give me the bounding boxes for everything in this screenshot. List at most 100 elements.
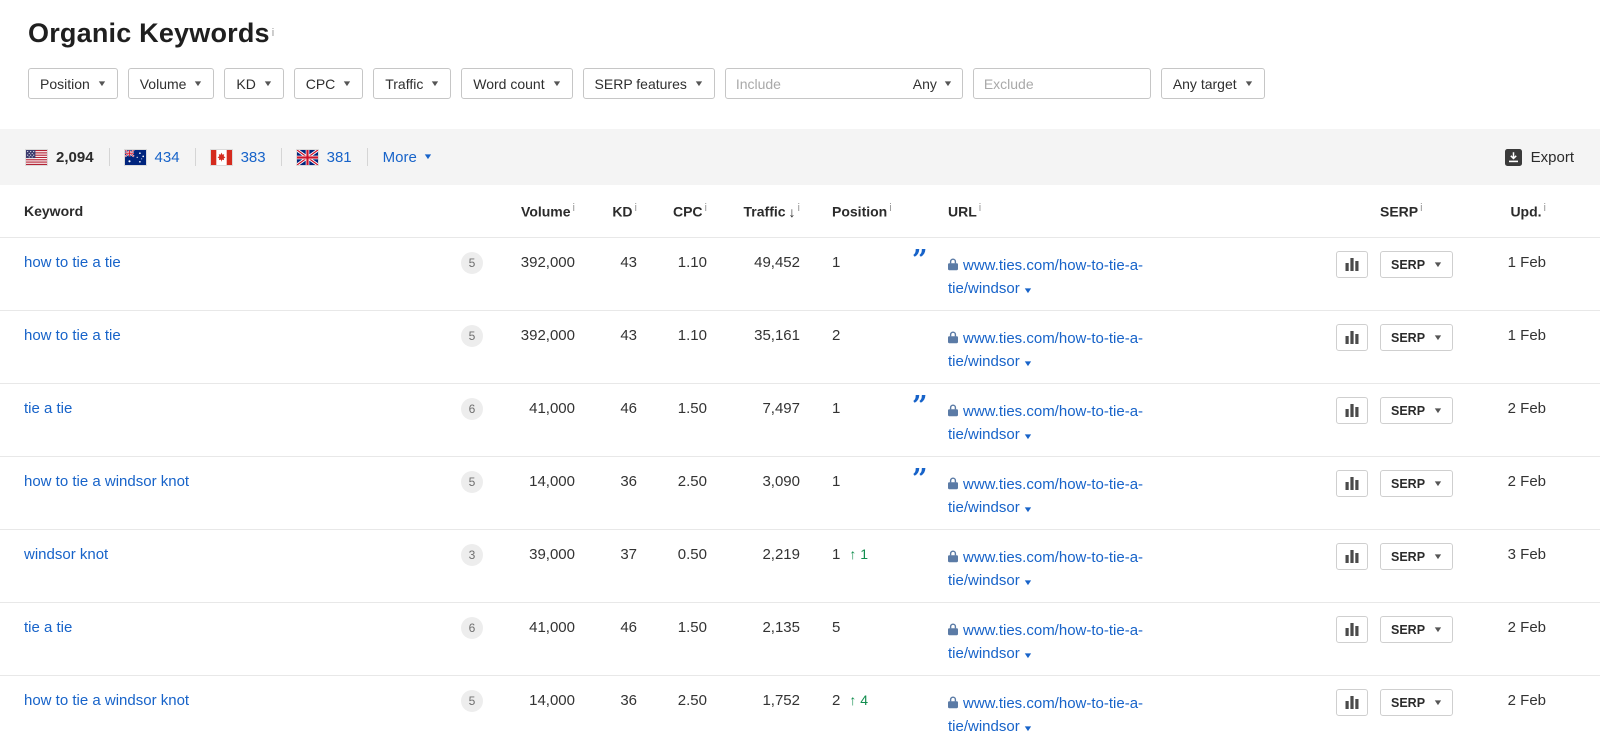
filter-kd-dropdown[interactable]: KD ▼ [224, 68, 284, 99]
include-input[interactable] [735, 75, 913, 92]
serp-dropdown-button[interactable]: SERP ▼ [1380, 616, 1453, 643]
exclude-input[interactable] [983, 75, 1140, 92]
chart-cell [1336, 689, 1380, 716]
keyword-link[interactable]: tie a tie [24, 400, 72, 417]
filter-traffic-dropdown[interactable]: Traffic ▼ [373, 68, 452, 99]
arrow-up-icon: ↑ [849, 546, 857, 562]
sort-desc-icon: ↓ [788, 203, 796, 220]
filter-cpc-dropdown[interactable]: CPC ▼ [293, 68, 364, 99]
volume-cell: 14,000 [529, 473, 575, 490]
title-info-icon[interactable]: i [272, 27, 274, 39]
country-count: 2,094 [56, 148, 94, 166]
url-link[interactable]: www.ties.com/how-to-tie-a-tie/windsor [948, 330, 1143, 370]
traffic-cell: 2,219 [762, 546, 800, 563]
chevron-down-icon: ▼ [1432, 405, 1444, 415]
updated-cell: 2 Feb [1507, 473, 1546, 490]
position-cell: 1 ↑ [800, 473, 912, 490]
url-expand-icon[interactable]: ▼ [1022, 498, 1033, 521]
keyword-link[interactable]: how to tie a tie [24, 327, 121, 344]
keyword-link[interactable]: tie a tie [24, 619, 72, 636]
serp-dropdown-button[interactable]: SERP ▼ [1380, 324, 1453, 351]
more-countries-button[interactable]: More ▼ [383, 149, 433, 166]
url-link[interactable]: www.ties.com/how-to-tie-a-tie/windsor [948, 476, 1143, 516]
gb-flag-icon [296, 149, 318, 165]
serp-dropdown-button[interactable]: SERP ▼ [1380, 689, 1453, 716]
serp-label: SERP [1391, 549, 1426, 564]
header-volume[interactable]: Volume i [490, 202, 575, 220]
url-expand-icon[interactable]: ▼ [1022, 279, 1033, 302]
keyword-link[interactable]: windsor knot [24, 546, 108, 563]
info-icon: i [978, 202, 982, 215]
filter-position-dropdown[interactable]: Position ▼ [28, 68, 118, 99]
serp-dropdown-button[interactable]: SERP ▼ [1380, 251, 1453, 278]
country-band: 2,094 434 383 381 More ▼ Export [0, 129, 1600, 185]
position-history-chart-button[interactable] [1336, 251, 1368, 278]
keyword-link[interactable]: how to tie a tie [24, 254, 121, 271]
table-body: how to tie a tie 5 392,000 43 1.10 49,45… [0, 237, 1600, 740]
country-item-au[interactable]: 434 [124, 149, 180, 166]
filter-serp-features-dropdown[interactable]: SERP features ▼ [582, 68, 715, 99]
export-label: Export [1530, 148, 1574, 166]
chevron-down-icon: ▼ [1243, 78, 1254, 88]
keyword-link[interactable]: how to tie a windsor knot [24, 473, 189, 490]
badge-cell: 6 [454, 398, 490, 420]
position-history-chart-button[interactable] [1336, 397, 1368, 424]
serp-label: SERP [1391, 622, 1426, 637]
word-count-badge: 3 [461, 544, 483, 566]
quote-cell: ” [912, 692, 948, 711]
word-count-badge: 5 [461, 252, 483, 274]
country-item-us[interactable]: 2,094 [26, 149, 94, 166]
url-expand-icon[interactable]: ▼ [1022, 717, 1033, 740]
us-flag-icon [26, 149, 47, 165]
header-url[interactable]: URL i [948, 202, 1218, 220]
position-cell: 5 ↑ [800, 619, 912, 636]
chart-cell [1336, 616, 1380, 643]
url-expand-icon[interactable]: ▼ [1022, 644, 1033, 667]
url-link[interactable]: www.ties.com/how-to-tie-a-tie/windsor [948, 549, 1143, 589]
include-mode-select[interactable]: Any ▼ [913, 76, 953, 92]
include-filter: Any ▼ [724, 68, 963, 99]
filter-volume-dropdown[interactable]: Volume ▼ [127, 68, 215, 99]
header-keyword[interactable]: Keyword [24, 203, 454, 219]
header-position[interactable]: Position i [800, 202, 912, 220]
keyword-cell: how to tie a windsor knot [24, 692, 454, 709]
quote-icon: ” [912, 391, 927, 422]
url-link[interactable]: www.ties.com/how-to-tie-a-tie/windsor [948, 695, 1143, 735]
header-updated[interactable]: Upd. i [1480, 202, 1576, 220]
lock-icon [948, 623, 958, 636]
url-expand-icon[interactable]: ▼ [1022, 571, 1033, 594]
url-expand-icon[interactable]: ▼ [1022, 352, 1033, 375]
country-item-gb[interactable]: 381 [296, 149, 352, 166]
header-cpc[interactable]: CPC i [637, 202, 707, 220]
url-link[interactable]: www.ties.com/how-to-tie-a-tie/windsor [948, 622, 1143, 662]
position-history-chart-button[interactable] [1336, 616, 1368, 643]
cpc-cell: 2.50 [677, 692, 707, 709]
kd-cell: 37 [620, 546, 637, 563]
header-kd[interactable]: KD i [575, 202, 637, 220]
country-item-ca[interactable]: 383 [210, 149, 266, 166]
target-dropdown[interactable]: Any target ▼ [1160, 68, 1265, 99]
position-history-chart-button[interactable] [1336, 324, 1368, 351]
updated-cell: 2 Feb [1507, 619, 1546, 636]
filter-word-count-dropdown[interactable]: Word count ▼ [461, 68, 573, 99]
header-traffic[interactable]: Traffic ↓ i [707, 202, 800, 220]
cpc-cell: 1.50 [677, 400, 707, 417]
chevron-down-icon: ▼ [1432, 332, 1444, 342]
url-link[interactable]: www.ties.com/how-to-tie-a-tie/windsor [948, 257, 1143, 297]
word-count-badge: 6 [461, 398, 483, 420]
url-link[interactable]: www.ties.com/how-to-tie-a-tie/windsor [948, 403, 1143, 443]
export-button[interactable]: Export [1504, 148, 1574, 166]
url-expand-icon[interactable]: ▼ [1022, 425, 1033, 448]
keyword-link[interactable]: how to tie a windsor knot [24, 692, 189, 709]
position-history-chart-button[interactable] [1336, 470, 1368, 497]
serp-dropdown-button[interactable]: SERP ▼ [1380, 397, 1453, 424]
quote-cell: ” [912, 391, 948, 422]
serp-dropdown-button[interactable]: SERP ▼ [1380, 470, 1453, 497]
keyword-cell: how to tie a tie [24, 254, 454, 271]
serp-dropdown-button[interactable]: SERP ▼ [1380, 543, 1453, 570]
position-history-chart-button[interactable] [1336, 543, 1368, 570]
table-row: how to tie a windsor knot 5 14,000 36 2.… [0, 675, 1600, 740]
lock-icon [948, 477, 958, 490]
position-history-chart-button[interactable] [1336, 689, 1368, 716]
position-value: 2 [832, 692, 841, 709]
